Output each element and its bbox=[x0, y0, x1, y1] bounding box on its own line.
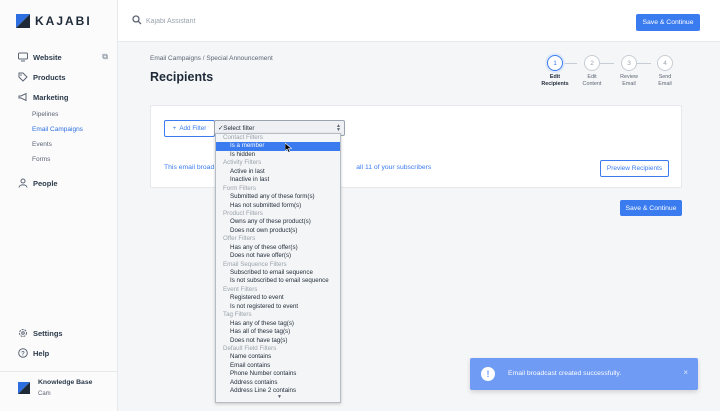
filter-select-value: Select filter bbox=[223, 124, 255, 132]
assistant-search-input[interactable] bbox=[146, 14, 346, 28]
user-name: Cam bbox=[38, 391, 51, 397]
person-icon bbox=[18, 178, 28, 188]
dropdown-option[interactable]: Has any of these offer(s) bbox=[216, 244, 340, 252]
dropdown-option[interactable]: Is not subscribed to email sequence bbox=[216, 277, 340, 285]
dropdown-option[interactable]: Has all of these tag(s) bbox=[216, 328, 340, 336]
step-number: 2 bbox=[584, 55, 600, 71]
brand-name: KAJABI bbox=[35, 14, 92, 28]
dropdown-group-label: Default Field Filters bbox=[223, 344, 277, 352]
sidebar-item-marketing[interactable]: Marketing bbox=[0, 87, 118, 107]
sidebar-subitem-pipelines[interactable]: Pipelines bbox=[0, 107, 118, 122]
save-continue-button[interactable]: Save & Continue bbox=[620, 200, 682, 216]
dropdown-option[interactable]: Does not have tag(s) bbox=[216, 337, 340, 345]
dropdown-group-label: Offer Filters bbox=[223, 235, 256, 243]
toast-message: Email broadcast created successfully. bbox=[508, 370, 622, 377]
external-link-icon[interactable]: ⧉ bbox=[102, 52, 108, 62]
step-label: Edit Recipients bbox=[541, 74, 569, 87]
svg-text:?: ? bbox=[21, 351, 25, 357]
sidebar-item-people[interactable]: People bbox=[0, 173, 118, 193]
sidebar-nav: Website ⧉ Products Marketing Pipelines E… bbox=[0, 47, 118, 193]
close-icon[interactable]: × bbox=[683, 368, 688, 377]
dropdown-option[interactable]: Email contains bbox=[216, 362, 340, 370]
kajabi-logo-icon bbox=[16, 14, 30, 28]
sidebar-subitem-email-campaigns[interactable]: Email Campaigns bbox=[0, 122, 118, 137]
dropdown-option[interactable]: Submitted any of these form(s) bbox=[216, 193, 340, 201]
step-number: 4 bbox=[657, 55, 673, 71]
step-edit-recipients[interactable]: 1 Edit Recipients bbox=[540, 55, 570, 88]
step-label: Edit Content bbox=[582, 74, 602, 87]
monitor-icon bbox=[18, 52, 28, 62]
kajabi-logo-icon bbox=[18, 382, 30, 394]
sidebar-item-label: People bbox=[33, 178, 58, 188]
exclamation-icon: ! bbox=[481, 367, 495, 381]
knowledge-base-panel[interactable]: Knowledge Base Cam bbox=[0, 371, 118, 411]
sidebar-bottom-nav: Settings ? Help bbox=[0, 323, 118, 363]
search-icon bbox=[132, 15, 142, 25]
plus-icon: + bbox=[172, 125, 177, 132]
kajabi-logo[interactable]: KAJABI bbox=[16, 14, 92, 28]
save-continue-button[interactable]: Save & Continue bbox=[636, 14, 700, 31]
sidebar-subitem-forms[interactable]: Forms bbox=[0, 152, 118, 167]
dropdown-option[interactable]: Address contains bbox=[216, 379, 340, 387]
topbar: Save & Continue bbox=[118, 0, 720, 42]
step-label: Send Email bbox=[658, 74, 672, 87]
step-label: Review Email bbox=[620, 74, 638, 87]
dropdown-option[interactable]: Is hidden bbox=[216, 151, 340, 159]
dropdown-option[interactable]: Owns any of these product(s) bbox=[216, 218, 340, 226]
sidebar-item-label: Marketing bbox=[33, 92, 69, 102]
step-edit-content[interactable]: 2 Edit Content bbox=[577, 55, 607, 88]
sidebar-item-help[interactable]: ? Help bbox=[0, 343, 118, 363]
dropdown-group-label: Email Sequence Filters bbox=[223, 260, 287, 268]
progress-steps: 1 Edit Recipients 2 Edit Content 3 Review E… bbox=[540, 55, 680, 95]
sidebar: KAJABI Website ⧉ Products Marketing Pipe… bbox=[0, 0, 118, 411]
dropdown-option[interactable]: Has any of these tag(s) bbox=[216, 320, 340, 328]
sidebar-item-website[interactable]: Website ⧉ bbox=[0, 47, 118, 67]
filter-dropdown-menu: Contact Filters Is a member Is hidden Activ… bbox=[215, 133, 341, 403]
dropdown-option[interactable]: Registered to event bbox=[216, 294, 340, 302]
dropdown-option[interactable]: Does not own product(s) bbox=[216, 227, 340, 235]
select-arrows-icon: ▲ ▼ bbox=[336, 123, 341, 133]
dropdown-group-label: Form Filters bbox=[223, 184, 256, 192]
sidebar-item-label: Website bbox=[33, 52, 62, 62]
sidebar-item-label: Help bbox=[33, 348, 50, 358]
scroll-down-icon[interactable]: ▼ bbox=[277, 394, 282, 400]
sidebar-item-products[interactable]: Products bbox=[0, 67, 118, 87]
dropdown-group-label: Contact Filters bbox=[223, 134, 263, 141]
preview-recipients-button[interactable]: Preview Recipients bbox=[600, 160, 669, 177]
dropdown-option[interactable]: Subscribed to email sequence bbox=[216, 269, 340, 277]
add-filter-button[interactable]: + Add Filter bbox=[164, 120, 215, 137]
sidebar-item-settings[interactable]: Settings bbox=[0, 323, 118, 343]
step-number: 1 bbox=[547, 55, 563, 71]
sidebar-subitem-events[interactable]: Events bbox=[0, 137, 118, 152]
help-icon: ? bbox=[18, 348, 28, 358]
step-number: 3 bbox=[621, 55, 637, 71]
dropdown-option[interactable]: Has not submitted form(s) bbox=[216, 202, 340, 210]
mouse-cursor-icon bbox=[285, 143, 293, 153]
dropdown-option[interactable]: Is a member bbox=[216, 142, 340, 151]
dropdown-option[interactable]: Name contains bbox=[216, 353, 340, 361]
gear-icon bbox=[19, 329, 27, 337]
sidebar-item-label: Settings bbox=[33, 328, 63, 338]
dropdown-option[interactable]: Phone Number contains bbox=[216, 370, 340, 378]
breadcrumb[interactable]: Email Campaigns / Special Announcement bbox=[150, 55, 273, 62]
step-review-email[interactable]: 3 Review Email bbox=[614, 55, 644, 88]
dropdown-group-label: Product Filters bbox=[223, 209, 263, 217]
megaphone-icon bbox=[18, 92, 27, 102]
step-send-email[interactable]: 4 Send Email bbox=[650, 55, 680, 88]
dropdown-option[interactable]: Active in last bbox=[216, 168, 340, 176]
dropdown-option[interactable]: Inactive in last bbox=[216, 176, 340, 184]
sidebar-item-label: Products bbox=[33, 72, 66, 82]
page-title: Recipients bbox=[150, 70, 214, 84]
knowledge-base-title: Knowledge Base bbox=[38, 379, 93, 386]
add-filter-label: Add Filter bbox=[179, 125, 207, 132]
dropdown-group-label: Activity Filters bbox=[223, 159, 262, 167]
dropdown-group-label: Event Filters bbox=[223, 285, 258, 293]
dropdown-group-label: Tag Filters bbox=[223, 311, 252, 319]
dropdown-option[interactable]: Is not registered to event bbox=[216, 303, 340, 311]
dropdown-option[interactable]: Does not have offer(s) bbox=[216, 252, 340, 260]
tag-icon bbox=[18, 72, 28, 82]
success-toast: ! Email broadcast created successfully. … bbox=[470, 358, 698, 390]
